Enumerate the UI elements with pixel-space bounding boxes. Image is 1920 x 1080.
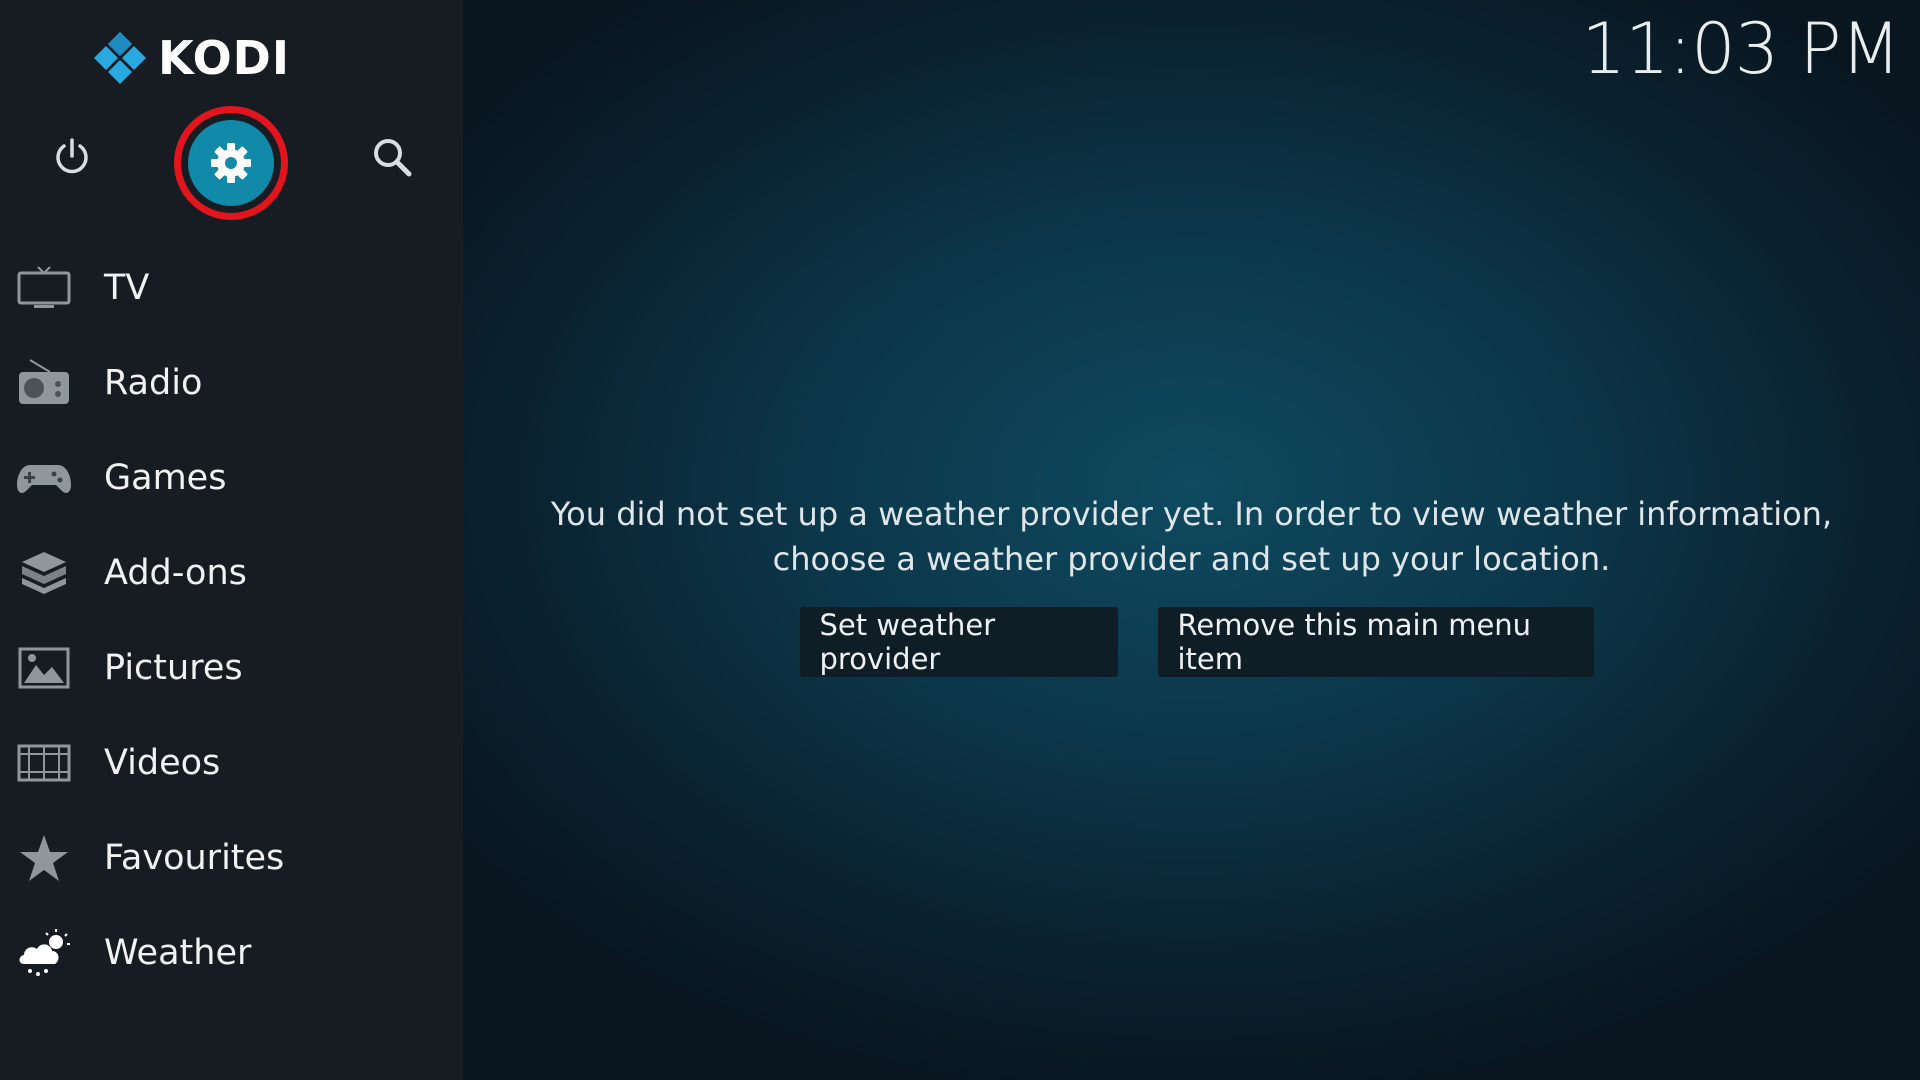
menu-item-label: Radio <box>104 362 203 403</box>
power-button[interactable] <box>30 115 114 199</box>
gear-icon <box>211 143 251 183</box>
menu-item-label: Favourites <box>104 837 285 878</box>
menu-item-weather[interactable]: Weather <box>0 905 463 1000</box>
sidebar: KODI TV Radio Games Add-ons Pictures Vid… <box>0 0 463 1080</box>
menu-item-videos[interactable]: Videos <box>0 715 463 810</box>
tv-icon <box>16 263 72 313</box>
film-icon <box>16 738 72 788</box>
menu-item-radio[interactable]: Radio <box>0 335 463 430</box>
picture-icon <box>16 643 72 693</box>
gamepad-icon <box>16 453 72 503</box>
menu-item-label: Add-ons <box>104 552 247 593</box>
settings-button[interactable] <box>174 106 288 220</box>
menu-item-label: Weather <box>104 932 252 973</box>
menu-item-addons[interactable]: Add-ons <box>0 525 463 620</box>
radio-icon <box>16 358 72 408</box>
main-menu: TV Radio Games Add-ons Pictures Videos F… <box>0 240 463 1000</box>
menu-item-label: TV <box>104 267 150 308</box>
search-button[interactable] <box>350 115 434 199</box>
menu-item-label: Videos <box>104 742 221 783</box>
search-icon <box>374 139 412 177</box>
remove-menu-item-button[interactable]: Remove this main menu item <box>1157 607 1594 677</box>
clock: 11:03 PM <box>1581 8 1901 90</box>
logo-text: KODI <box>158 31 290 85</box>
star-icon <box>16 833 72 883</box>
menu-item-tv[interactable]: TV <box>0 240 463 335</box>
menu-item-favourites[interactable]: Favourites <box>0 810 463 905</box>
power-icon <box>56 138 88 174</box>
settings-button-face <box>188 120 274 206</box>
weather-setup-message: You did not set up a weather provider ye… <box>550 495 1833 578</box>
menu-item-games[interactable]: Games <box>0 430 463 525</box>
kodi-logo-icon <box>94 32 146 84</box>
weather-cloud-sun-icon <box>16 928 72 978</box>
menu-item-label: Pictures <box>104 647 243 688</box>
kodi-home-screen: KODI TV Radio Games Add-ons Pictures Vid… <box>0 0 1920 1080</box>
menu-item-label: Games <box>104 457 227 498</box>
weather-panel: 11:03 PM You did not set up a weather pr… <box>463 0 1920 1080</box>
kodi-logo: KODI <box>92 30 290 86</box>
set-weather-provider-button[interactable]: Set weather provider <box>799 607 1118 677</box>
addons-box-icon <box>16 548 72 598</box>
weather-action-buttons: Set weather provider Remove this main me… <box>463 607 1920 677</box>
menu-item-pictures[interactable]: Pictures <box>0 620 463 715</box>
